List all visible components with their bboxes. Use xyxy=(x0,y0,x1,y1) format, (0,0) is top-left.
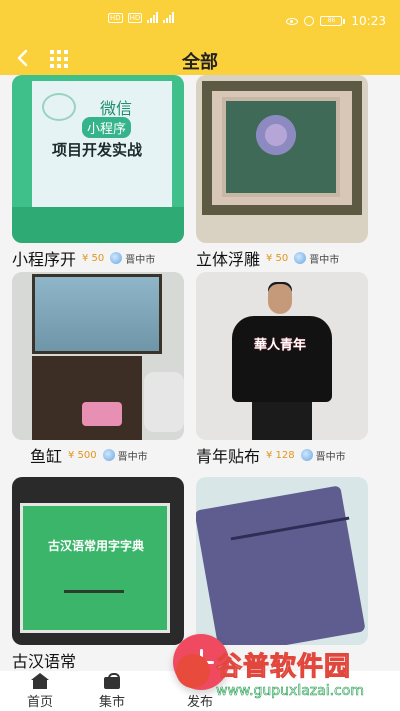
product-card[interactable]: 古汉语常用字字典 古汉语常 xyxy=(12,477,184,671)
tab-market[interactable]: 集市 xyxy=(72,671,152,711)
product-location: 晋中市 xyxy=(300,448,346,463)
product-name: 古汉语常 xyxy=(12,652,77,671)
signal-indicators: HD HD xyxy=(108,12,175,23)
battery-icon: 86 xyxy=(320,16,346,26)
product-name: 青年贴布 xyxy=(196,447,261,466)
globe-icon xyxy=(294,252,307,264)
product-name: 鱼缸 xyxy=(30,447,63,466)
product-image: 古汉语常用字字典 xyxy=(12,477,184,645)
globe-icon xyxy=(110,252,123,264)
product-price: ¥ 128 xyxy=(266,449,295,461)
home-icon xyxy=(29,673,51,689)
product-image xyxy=(196,477,368,645)
product-price: ¥ 500 xyxy=(68,449,97,461)
product-location: 晋中市 xyxy=(102,448,148,463)
product-price: ¥ 50 xyxy=(82,252,105,264)
tab-label: 首页 xyxy=(26,695,53,710)
tab-home[interactable]: 首页 xyxy=(0,671,80,711)
watermark-logo xyxy=(176,654,210,688)
tab-label: 集市 xyxy=(98,695,125,710)
hd-icon: HD xyxy=(108,12,123,23)
product-image xyxy=(196,75,368,243)
system-indicators: 86 10:23 xyxy=(286,14,386,28)
product-card[interactable]: 鱼缸 ¥ 500 晋中市 xyxy=(12,272,184,470)
product-image: 微信 小程序 项目开发实战 xyxy=(12,75,184,243)
product-card[interactable]: 立体浮雕 ¥ 50 晋中市 xyxy=(196,75,368,273)
top-nav: 全部 xyxy=(0,42,400,75)
clock: 10:23 xyxy=(351,14,386,28)
product-card[interactable]: 華人青年 青年贴布 ¥ 128 晋中市 xyxy=(196,272,368,470)
shopping-bag-icon xyxy=(101,673,123,689)
product-image xyxy=(12,272,184,440)
product-name: 小程序开 xyxy=(12,250,77,269)
alarm-icon xyxy=(304,16,315,26)
signal-icon xyxy=(163,12,175,23)
product-price: ¥ 50 xyxy=(266,252,289,264)
product-image: 華人青年 xyxy=(196,272,368,440)
product-name: 立体浮雕 xyxy=(196,250,261,269)
wechat-bubble-icon xyxy=(42,93,76,121)
signal-icon xyxy=(147,12,159,23)
globe-icon xyxy=(300,449,313,461)
status-bar: HD HD 86 10:23 xyxy=(0,0,400,42)
globe-icon xyxy=(102,449,115,461)
product-card[interactable]: 微信 小程序 项目开发实战 小程序开 ¥ 50 晋中市 xyxy=(12,75,184,273)
hd-icon: HD xyxy=(127,12,143,23)
product-location: 晋中市 xyxy=(110,251,155,266)
product-card[interactable] xyxy=(196,477,368,645)
watermark: 谷普软件园 www.gupuxlazai.com xyxy=(176,646,396,706)
product-grid: 微信 小程序 项目开发实战 小程序开 ¥ 50 晋中市 立体浮雕 ¥ 50 晋中… xyxy=(0,75,400,671)
product-location: 晋中市 xyxy=(294,251,339,266)
eye-icon xyxy=(286,17,299,25)
page-title: 全部 xyxy=(182,52,218,73)
